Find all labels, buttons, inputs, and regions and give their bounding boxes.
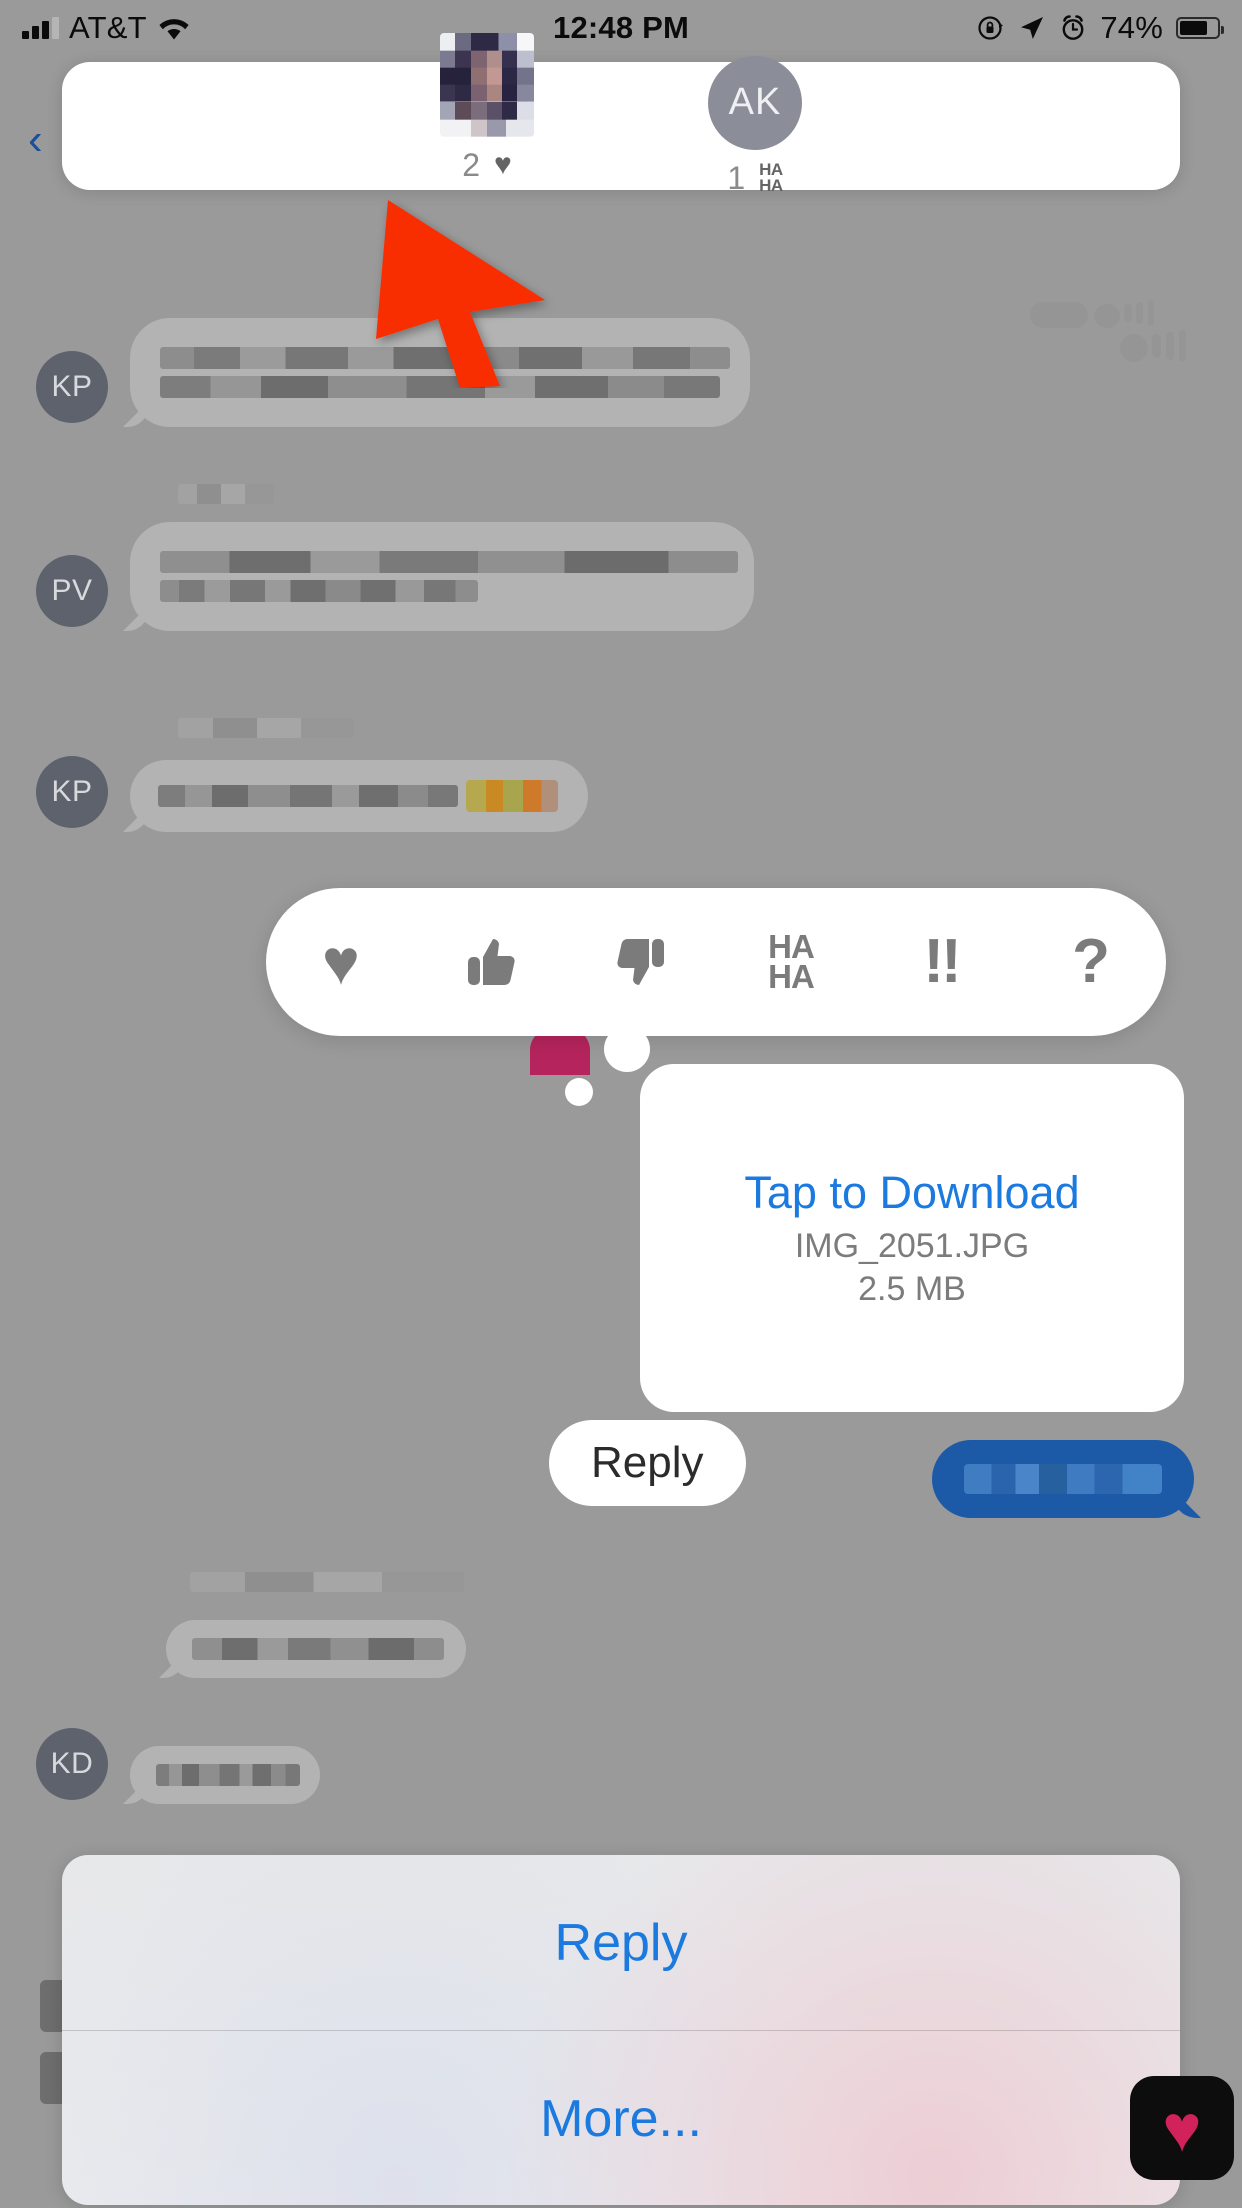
battery-icon bbox=[1176, 17, 1224, 39]
message-row-kp-2: KP bbox=[36, 756, 588, 832]
haha-icon: HA HA bbox=[759, 159, 783, 195]
redacted-text-line bbox=[158, 785, 458, 807]
message-row-kd: KD bbox=[36, 1728, 320, 1804]
message-bubble-incoming[interactable] bbox=[130, 1746, 320, 1804]
avatar[interactable] bbox=[440, 32, 534, 137]
message-row-incoming-tail bbox=[166, 1620, 466, 1678]
redacted-emoji bbox=[466, 780, 558, 812]
reactor-meta: 2 ♥ bbox=[462, 147, 512, 184]
tapback-tail-dot-large bbox=[604, 1026, 650, 1072]
battery-percent-label: 74% bbox=[1100, 10, 1163, 45]
redacted-timestamp bbox=[178, 718, 354, 738]
heart-icon: ♥ bbox=[1162, 2091, 1202, 2165]
floating-reaction-marks bbox=[1020, 298, 1220, 368]
timestamp bbox=[178, 484, 274, 504]
carrier-label: AT&T bbox=[69, 10, 147, 45]
reaction-count: 2 bbox=[462, 146, 480, 183]
reactor-entry-photo[interactable]: 2 ♥ bbox=[412, 32, 562, 184]
message-bubble-incoming[interactable] bbox=[130, 522, 754, 631]
redacted-text-line bbox=[160, 376, 720, 398]
avatar[interactable]: KP bbox=[36, 756, 108, 828]
message-row-outgoing bbox=[932, 1440, 1194, 1518]
status-bar-right: 74% bbox=[977, 10, 1224, 46]
wifi-icon bbox=[159, 19, 189, 40]
message-bubble-incoming[interactable] bbox=[166, 1620, 466, 1678]
timestamp bbox=[178, 718, 354, 738]
tapback-tail-dot-small bbox=[565, 1078, 593, 1106]
action-sheet: Reply More... bbox=[62, 1855, 1180, 2205]
sheet-edge-decoration bbox=[40, 1980, 62, 2032]
tapback-exclamation-icon[interactable]: !! bbox=[886, 907, 996, 1017]
message-bubble-incoming[interactable] bbox=[130, 318, 750, 427]
reply-pill-button[interactable]: Reply bbox=[549, 1420, 746, 1506]
avatar[interactable]: KD bbox=[36, 1728, 108, 1800]
attachment-filesize-label: 2.5 MB bbox=[858, 1270, 966, 1308]
attachment-bubble[interactable]: Tap to Download IMG_2051.JPG 2.5 MB bbox=[640, 1064, 1184, 1412]
tapback-heart-icon[interactable]: ♥ bbox=[286, 907, 396, 1017]
signal-bars-icon bbox=[22, 17, 59, 39]
redacted-timestamp bbox=[178, 484, 274, 504]
location-arrow-icon bbox=[1021, 17, 1044, 39]
redacted-timestamp bbox=[190, 1572, 464, 1592]
heart-icon: ♥ bbox=[493, 148, 512, 181]
redacted-text-line bbox=[964, 1464, 1162, 1494]
alarm-clock-icon bbox=[1062, 15, 1084, 40]
action-sheet-more-button[interactable]: More... bbox=[62, 2031, 1180, 2205]
reactor-meta: 1 HA HA bbox=[727, 159, 783, 197]
sheet-edge-decoration bbox=[40, 2052, 62, 2104]
redacted-text-line bbox=[160, 551, 738, 573]
action-sheet-reply-button[interactable]: Reply bbox=[62, 1855, 1180, 2030]
reaction-count: 1 bbox=[727, 159, 746, 196]
tapback-reaction-picker[interactable]: ♥ hahaHAHA !! ? bbox=[266, 888, 1166, 1036]
tapback-thumbs-up-icon[interactable] bbox=[436, 907, 546, 1017]
attachment-filename-label: IMG_2051.JPG bbox=[794, 1227, 1030, 1265]
message-bubble-outgoing[interactable] bbox=[932, 1440, 1194, 1518]
back-chevron-icon[interactable]: ‹ bbox=[28, 118, 43, 162]
tapback-question-icon[interactable]: ? bbox=[1036, 907, 1146, 1017]
status-bar: AT&T 12:48 PM 74% bbox=[0, 0, 1242, 56]
message-bubble-incoming[interactable] bbox=[130, 760, 588, 832]
clock-label: 12:48 PM bbox=[553, 10, 689, 45]
redacted-text-line bbox=[160, 580, 478, 602]
heart-app-icon[interactable]: ♥ bbox=[1130, 2076, 1234, 2180]
reaction-detail-panel: 2 ♥ AK 1 HA HA bbox=[62, 32, 1180, 196]
reactor-entry-initials[interactable]: AK 1 HA HA bbox=[680, 55, 830, 197]
message-row-kp-1: KP bbox=[36, 318, 750, 427]
message-row-pv: PV bbox=[36, 522, 754, 631]
avatar[interactable]: PV bbox=[36, 555, 108, 627]
avatar[interactable]: KP bbox=[36, 351, 108, 423]
timestamp bbox=[190, 1572, 464, 1592]
tapback-thumbs-down-icon[interactable] bbox=[586, 907, 696, 1017]
redacted-text-line bbox=[156, 1764, 300, 1786]
redacted-text-line bbox=[192, 1638, 444, 1660]
redacted-text-line bbox=[160, 347, 730, 369]
rotation-lock-icon bbox=[978, 16, 1004, 40]
avatar[interactable]: AK bbox=[708, 55, 802, 150]
tapback-haha-icon[interactable]: hahaHAHA bbox=[736, 907, 846, 1017]
status-bar-left: AT&T bbox=[22, 10, 191, 46]
tap-to-download-label[interactable]: Tap to Download bbox=[744, 1167, 1079, 1219]
